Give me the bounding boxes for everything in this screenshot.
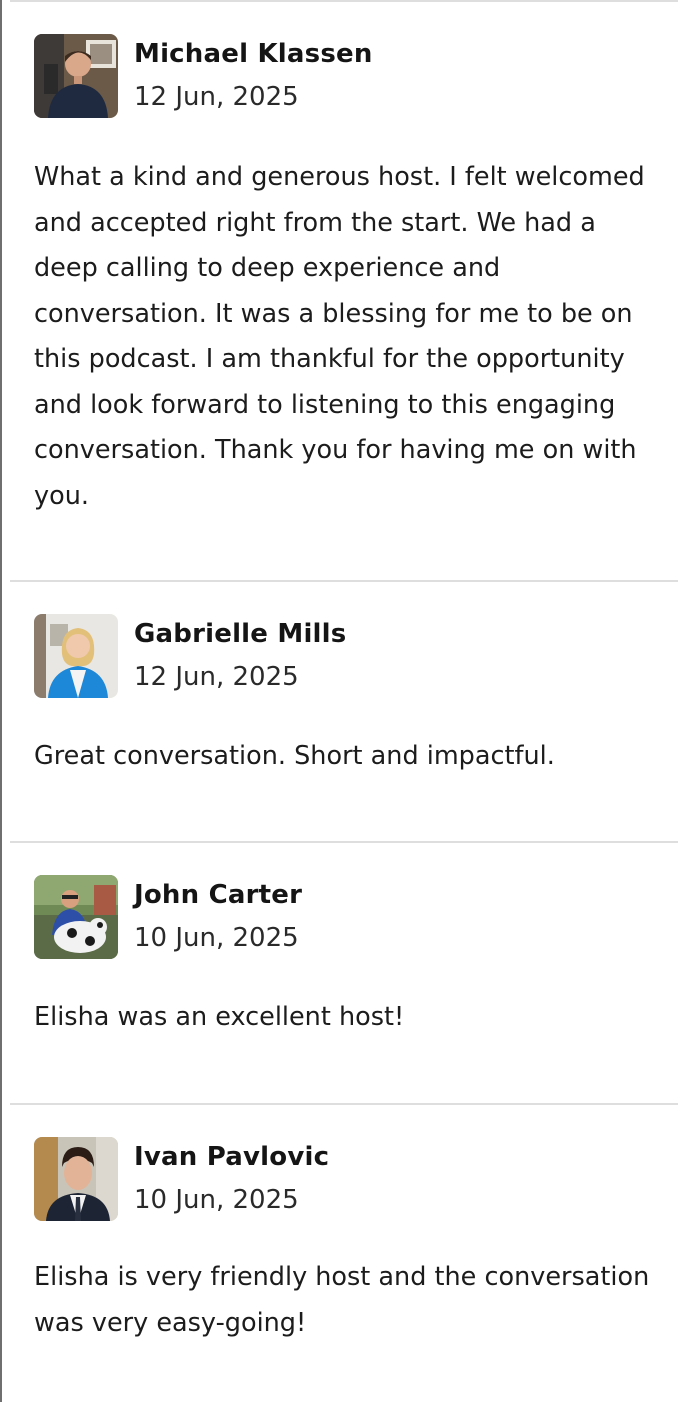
review-text: Elisha was an excellent host! (34, 1002, 405, 1032)
review-header: Ivan Pavlovic 10 Jun, 2025 (34, 1137, 329, 1221)
review-date: 12 Jun, 2025 (134, 82, 299, 112)
review-date: 12 Jun, 2025 (134, 662, 299, 692)
reviews-list: Michael Klassen 12 Jun, 2025 What a kind… (10, 0, 678, 1403)
review-header: Gabrielle Mills 12 Jun, 2025 (34, 614, 346, 698)
review-text: Elisha is very friendly host and the con… (34, 1262, 650, 1338)
reviewer-name: John Carter (134, 880, 303, 910)
reviewer-avatar (34, 614, 118, 698)
left-border (0, 0, 2, 1402)
review-text: Great conversation. Short and impactful. (34, 741, 555, 771)
review-card: Michael Klassen 12 Jun, 2025 What a kind… (10, 0, 678, 580)
review-header: John Carter 10 Jun, 2025 (34, 875, 302, 959)
review-header: Michael Klassen 12 Jun, 2025 (34, 34, 373, 118)
reviewer-avatar (34, 875, 118, 959)
review-date: 10 Jun, 2025 (134, 923, 299, 953)
review-card: Ivan Pavlovic 10 Jun, 2025 Elisha is ver… (10, 1103, 678, 1403)
review-card: John Carter 10 Jun, 2025 Elisha was an e… (10, 841, 678, 1103)
review-card: Gabrielle Mills 12 Jun, 2025 Great conve… (10, 580, 678, 841)
reviewer-avatar (34, 1137, 118, 1221)
reviewer-avatar (34, 34, 118, 118)
review-text: What a kind and generous host. I felt we… (34, 162, 645, 511)
review-date: 10 Jun, 2025 (134, 1185, 299, 1215)
reviewer-name: Gabrielle Mills (134, 619, 347, 649)
reviewer-name: Michael Klassen (134, 39, 373, 69)
reviewer-name: Ivan Pavlovic (134, 1142, 330, 1172)
